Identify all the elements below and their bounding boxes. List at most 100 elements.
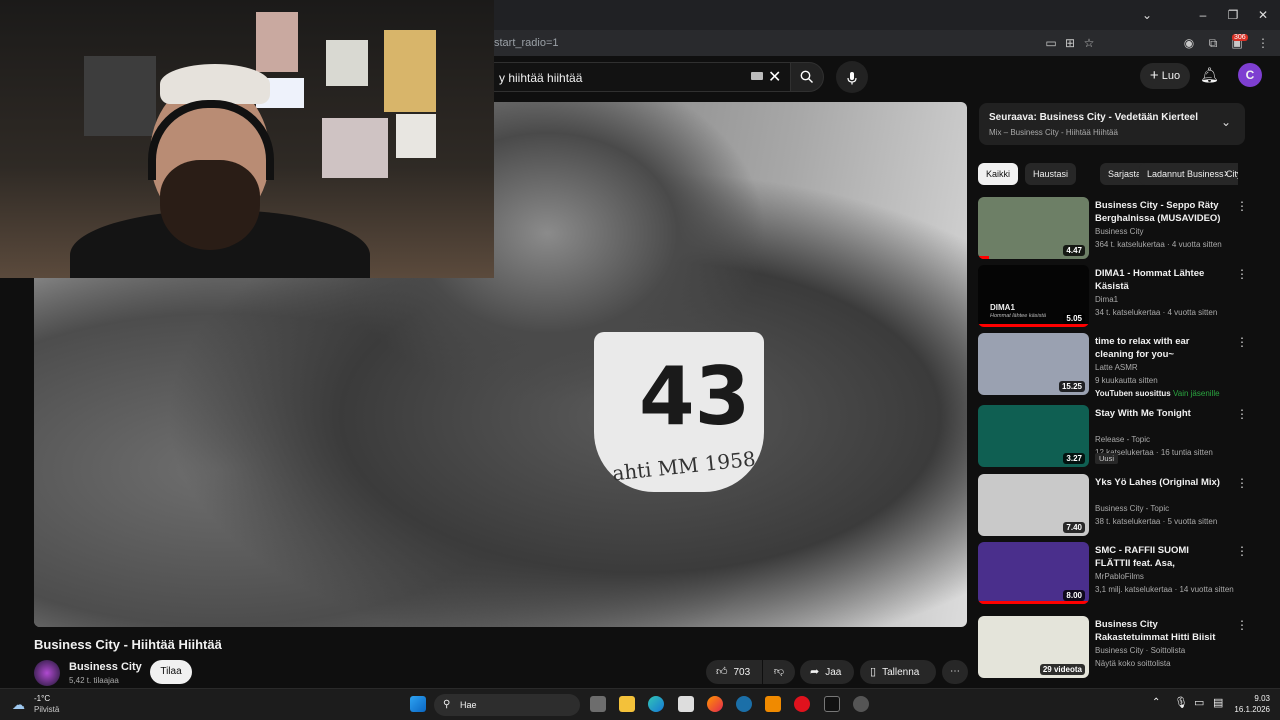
rec-title[interactable]: DIMA1 - Hommat Lähtee Käsistä (1095, 267, 1225, 293)
more-icon[interactable]: ⋮ (1236, 199, 1248, 213)
rec-thumbnail[interactable]: 8.00 (978, 542, 1089, 604)
weather-temperature[interactable]: -1°C (34, 694, 50, 703)
chip-for-you[interactable]: Haustasi (1025, 163, 1077, 185)
thumbs-up-icon: 👍︎ (716, 666, 728, 678)
taskbar-search[interactable]: ⚲ Hae (434, 694, 580, 716)
more-icon[interactable]: ⋮ (1236, 476, 1248, 490)
picture-in-picture-icon[interactable]: ▭ (1044, 36, 1058, 50)
rec-thumbnail[interactable]: 15.25 (978, 333, 1089, 395)
microphone-icon[interactable]: 🎙︎ (1174, 696, 1188, 709)
microphone-icon (847, 72, 857, 85)
like-button[interactable]: 👍︎ 703 (706, 660, 762, 684)
weather-icon[interactable]: ☁ (12, 697, 25, 713)
rec-meta: 9 kuukautta sitten (1095, 376, 1158, 385)
vlc-icon[interactable] (765, 696, 781, 712)
keyboard-icon[interactable] (751, 72, 763, 80)
recommendation-item[interactable]: 29 videota Business City Rakastetuimmat … (978, 616, 1248, 680)
bookmark-icon: ▯ (870, 666, 877, 678)
restore-icon[interactable]: ❐ (1218, 6, 1248, 24)
subscribe-button[interactable]: Tilaa (150, 660, 192, 684)
rec-title[interactable]: Yks Yö Lahes (Original Mix) (1095, 476, 1225, 489)
bell-icon[interactable]: 🔔︎ (1200, 66, 1219, 84)
rec-title[interactable]: Business City - Seppo Räty Berghalnissa … (1095, 199, 1225, 225)
task-view-icon[interactable] (590, 696, 606, 712)
close-window-icon[interactable]: ✕ (1248, 6, 1278, 24)
chevron-up-icon[interactable]: ⌃ (1152, 697, 1160, 708)
more-icon[interactable]: ⋮ (1236, 335, 1248, 349)
rec-title[interactable]: time to relax with ear cleaning for you~ (1095, 335, 1225, 361)
bookmark-star-icon[interactable]: ☆ (1082, 36, 1096, 50)
browser-menu-icon[interactable]: ⋮ (1256, 36, 1270, 50)
search-value[interactable]: y hiihtää hiihtää (499, 71, 582, 85)
rec-channel[interactable]: Business City - Topic (1095, 504, 1169, 513)
minimize-icon[interactable]: – (1188, 6, 1218, 24)
microphone-button[interactable] (836, 61, 868, 93)
dislike-button[interactable]: 👎︎ (763, 660, 795, 684)
network-icon[interactable]: ▤ (1213, 696, 1223, 709)
rec-meta: 34 t. katselukertaa · 4 vuotta sitten (1095, 308, 1218, 317)
rec-channel[interactable]: Latte ASMR (1095, 363, 1138, 372)
rec-channel[interactable]: Release - Topic (1095, 435, 1150, 444)
rec-extra: YouTuben suosittus (1095, 389, 1171, 398)
share-icon: ➦ (810, 666, 820, 678)
search-icon: ⚲ (443, 699, 451, 710)
rec-title[interactable]: SMC - RAFFII SUOMI FLÄTTII feat. Asa, He… (1095, 544, 1225, 570)
recommendation-item[interactable]: 8.00 SMC - RAFFII SUOMI FLÄTTII feat. As… (978, 542, 1248, 606)
edge-icon[interactable] (648, 696, 664, 712)
extensions-icon[interactable]: ⧉ (1206, 36, 1220, 50)
channel-name[interactable]: Business City (69, 661, 142, 673)
clock-date: 16.1.2026 (1234, 705, 1270, 714)
more-icon[interactable]: ⋮ (1236, 407, 1248, 421)
firefox-icon[interactable] (707, 696, 723, 712)
recommendation-item[interactable]: DIMA1 Hommat lähtee käsistä 5.05 DIMA1 - … (978, 265, 1248, 329)
chip-all[interactable]: Kaikki (978, 163, 1019, 185)
more-icon[interactable]: ⋮ (1236, 618, 1248, 632)
rec-channel[interactable]: MrPabloFilms (1095, 572, 1144, 581)
share-button[interactable]: ➦ Jaa (800, 660, 854, 684)
video-title: Business City - Hiihtää Hiihtää (34, 637, 222, 652)
clock[interactable]: 9.03 16.1.2026 (1230, 694, 1270, 714)
rec-channel[interactable]: Business City (1095, 227, 1143, 236)
recommendation-item[interactable]: 3.27 Stay With Me Tonight Release - Topi… (978, 405, 1248, 469)
weather-description[interactable]: Pilvistä (34, 705, 59, 714)
recommendation-item[interactable]: 4.47 Business City - Seppo Räty Berghaln… (978, 197, 1248, 261)
recommendation-item[interactable]: 7.40 Yks Yö Lahes (Original Mix) Busines… (978, 474, 1248, 538)
file-explorer-icon[interactable] (619, 696, 635, 712)
chrome-icon[interactable] (853, 696, 869, 712)
create-button[interactable]: + Luo (1140, 63, 1190, 89)
rec-title[interactable]: Business City Rakastetuimmat Hitti Biisi… (1095, 618, 1225, 644)
opera-icon[interactable] (794, 696, 810, 712)
chevron-down-icon[interactable]: ⌄ (1221, 115, 1231, 129)
up-next-panel[interactable]: Seuraava: Business City - Vedetään Kiert… (979, 103, 1245, 145)
more-actions-button[interactable]: ⋯ (942, 660, 968, 684)
search-input[interactable]: y hiihtää hiihtää ✕ (480, 62, 790, 92)
tab-list-icon[interactable]: ⌄ (1132, 6, 1162, 24)
save-button[interactable]: ▯ Tallenna (860, 660, 936, 684)
profile-icon[interactable]: ◉ (1182, 36, 1196, 50)
clear-search-icon[interactable]: ✕ (768, 67, 781, 87)
search-button[interactable] (790, 62, 824, 92)
rec-channel[interactable]: Business City · Soittolista (1095, 646, 1185, 655)
chevron-right-icon[interactable]: › (1224, 166, 1228, 180)
url-text[interactable]: start_radio=1 (494, 37, 559, 49)
rec-thumbnail[interactable]: 7.40 (978, 474, 1089, 536)
rec-thumbnail[interactable]: DIMA1 Hommat lähtee käsistä 5.05 (978, 265, 1089, 327)
rec-thumbnail[interactable]: 29 videota (978, 616, 1089, 678)
rec-thumbnail[interactable]: 4.47 (978, 197, 1089, 259)
display-icon[interactable]: ▭ (1194, 696, 1204, 709)
more-icon[interactable]: ⋮ (1236, 544, 1248, 558)
rec-duration: 15.25 (1058, 381, 1085, 392)
avatar[interactable]: C (1238, 63, 1262, 87)
extension-badge: 306 (1232, 34, 1248, 41)
install-icon[interactable]: ⊞ (1063, 36, 1077, 50)
steam-icon[interactable] (736, 696, 752, 712)
recommendation-item[interactable]: 15.25 time to relax with ear cleaning fo… (978, 333, 1248, 398)
channel-avatar[interactable] (34, 660, 60, 686)
terminal-icon[interactable] (824, 696, 840, 712)
store-icon[interactable] (678, 696, 694, 712)
more-icon[interactable]: ⋮ (1236, 267, 1248, 281)
start-icon[interactable] (410, 696, 426, 712)
rec-channel[interactable]: Dima1 (1095, 295, 1118, 304)
rec-title[interactable]: Stay With Me Tonight (1095, 407, 1225, 420)
rec-thumbnail[interactable]: 3.27 (978, 405, 1089, 467)
